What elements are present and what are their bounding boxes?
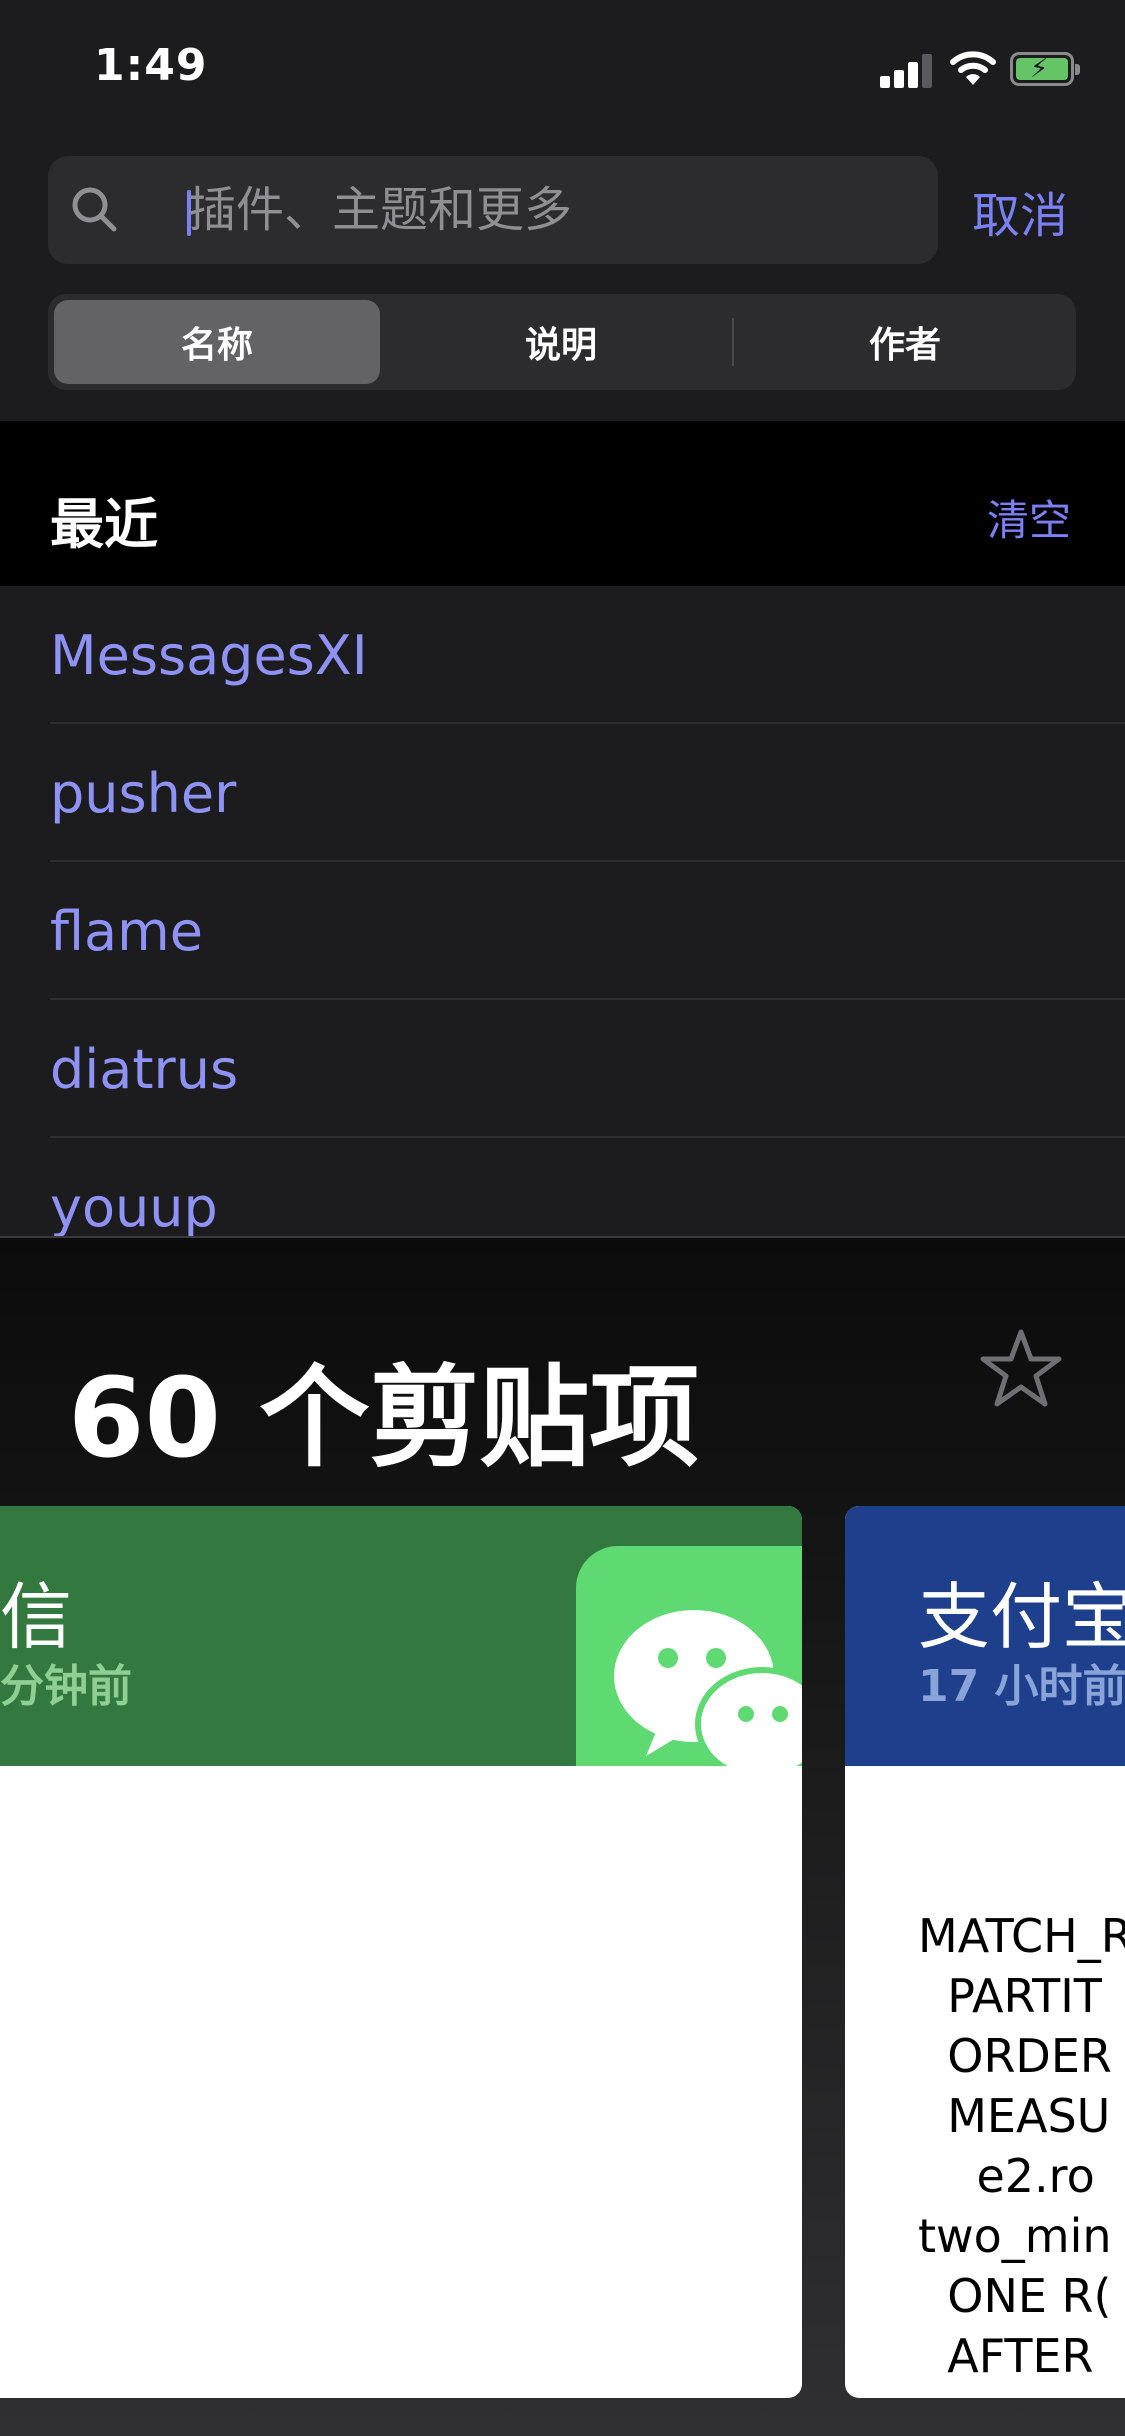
segment-author[interactable]: 作者: [742, 300, 1068, 384]
card-header: 支付宝 17 小时前: [845, 1506, 1125, 1766]
cancel-button[interactable]: 取消: [972, 176, 1068, 246]
search-field[interactable]: [48, 156, 968, 264]
status-bar: 1:49 ⚡: [0, 0, 1125, 140]
segment-description[interactable]: 说明: [398, 300, 724, 384]
battery-charging-icon: ⚡: [1010, 52, 1080, 86]
card-time: 分钟前: [0, 1661, 132, 1712]
recent-item[interactable]: youup: [50, 1138, 1125, 1239]
wechat-icon: [576, 1546, 802, 1766]
card-content: MATCH_R PARTIT ORDER MEASU e2.ro two_min…: [918, 1909, 1125, 2383]
search-icon: [72, 187, 117, 232]
recent-item[interactable]: flame: [50, 862, 1125, 1000]
recent-item[interactable]: MessagesXI: [50, 586, 1125, 724]
recent-header: 最近 清空: [0, 421, 1125, 586]
clipboard-title: 60 个剪贴项: [68, 1354, 700, 1482]
recent-title: 最近: [50, 493, 158, 556]
card-app-name: 支付宝: [918, 1575, 1125, 1659]
recent-search-list: MessagesXI pusher flame diatrus youup: [0, 586, 1125, 1238]
cellular-signal-icon: [880, 52, 936, 88]
recent-item[interactable]: pusher: [50, 724, 1125, 862]
clear-recent-button[interactable]: 清空: [987, 487, 1071, 548]
search-header: 1:49 ⚡ 取消 名称 说明 作者: [0, 0, 1125, 421]
star-icon[interactable]: [978, 1326, 1064, 1412]
card-app-name: 信: [0, 1575, 73, 1659]
card-time: 17 小时前: [918, 1661, 1125, 1712]
recent-item[interactable]: diatrus: [50, 1000, 1125, 1138]
status-time: 1:49: [94, 40, 208, 91]
search-input[interactable]: [188, 178, 968, 242]
card-header: 信 分钟前: [0, 1506, 802, 1766]
clipboard-card[interactable]: 信 分钟前: [0, 1506, 802, 2398]
clipboard-card[interactable]: 支付宝 17 小时前 MATCH_R PARTIT ORDER MEASU e2…: [845, 1506, 1125, 2398]
segment-name[interactable]: 名称: [54, 300, 380, 384]
wifi-icon: [950, 51, 996, 85]
segment-divider: [732, 318, 734, 366]
search-scope-control[interactable]: 名称 说明 作者: [48, 294, 1076, 390]
clipboard-panel: 60 个剪贴项 信 分钟前 支付宝 17 小时前 MATCH_R PARTIT …: [0, 1238, 1125, 2436]
